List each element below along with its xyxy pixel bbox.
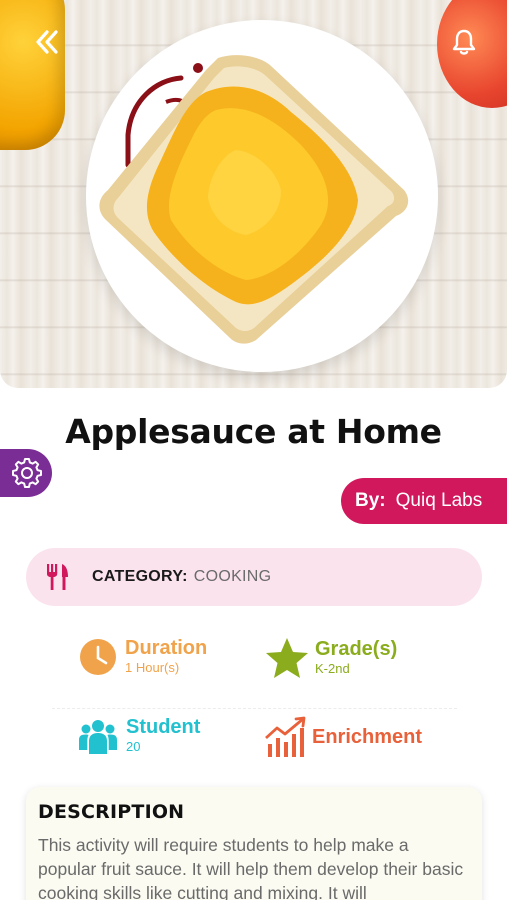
description-text: This activity will require students to h… xyxy=(38,835,464,900)
double-chevron-left-icon xyxy=(36,30,58,54)
student-label: Student xyxy=(126,716,201,738)
author-name: Quiq Labs xyxy=(395,490,483,511)
toast-illustration xyxy=(99,55,409,344)
enrichment-label: Enrichment xyxy=(312,726,423,748)
student-info: Student 20 xyxy=(78,716,200,756)
details-divider xyxy=(52,708,457,709)
enrichment-info: Enrichment xyxy=(264,716,422,758)
bell-icon xyxy=(452,29,476,55)
grades-label: Grade(s) xyxy=(315,638,398,660)
category-label: CATEGORY: xyxy=(92,568,188,585)
chart-icon xyxy=(265,716,306,757)
duration-label: Duration xyxy=(125,637,208,659)
back-button[interactable] xyxy=(26,22,66,62)
author-prefix: By: xyxy=(355,490,386,511)
description-card: DESCRIPTION This activity will require s… xyxy=(26,787,482,900)
gear-icon xyxy=(12,458,42,488)
fork-knife-icon xyxy=(47,564,68,590)
author-badge[interactable]: By: Quiq Labs xyxy=(341,478,507,524)
star-icon xyxy=(266,638,308,678)
notifications-button[interactable] xyxy=(444,22,484,62)
student-value: 20 xyxy=(126,739,141,754)
activity-title: Applesauce at Home xyxy=(65,412,442,451)
duration-value: 1 Hour(s) xyxy=(125,660,180,675)
activity-hero-image xyxy=(0,0,507,388)
category-value: COOKING xyxy=(193,568,272,585)
category-row: CATEGORY: COOKING xyxy=(26,548,482,606)
grades-value: K-2nd xyxy=(315,661,350,676)
description-heading: DESCRIPTION xyxy=(38,801,185,823)
grades-info: Grade(s) K-2nd xyxy=(265,637,397,679)
group-icon xyxy=(79,720,117,754)
clock-icon xyxy=(80,639,116,675)
duration-info: Duration 1 Hour(s) xyxy=(79,637,207,677)
settings-button[interactable] xyxy=(0,449,52,497)
